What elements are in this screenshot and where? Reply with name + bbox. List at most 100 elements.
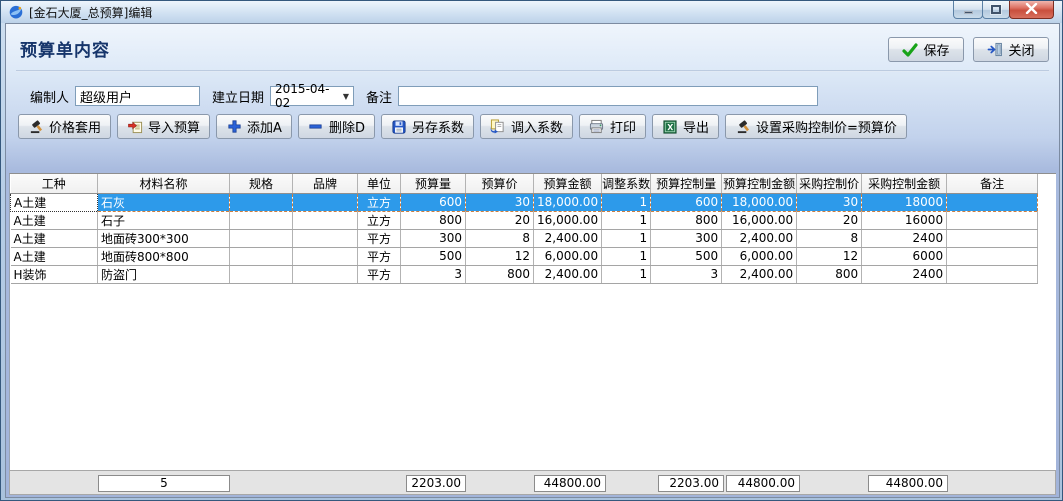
- column-header-7[interactable]: 预算金额: [534, 174, 602, 193]
- cell[interactable]: 2,400.00: [722, 265, 797, 283]
- chevron-down-icon[interactable]: ▼: [339, 92, 353, 101]
- cell[interactable]: 800: [401, 211, 466, 229]
- cell[interactable]: [230, 265, 293, 283]
- cell[interactable]: 6,000.00: [534, 247, 602, 265]
- cell[interactable]: [230, 193, 293, 211]
- cell[interactable]: 石子: [98, 211, 230, 229]
- cell[interactable]: [293, 247, 358, 265]
- cell[interactable]: 平方: [358, 247, 401, 265]
- close-window-button[interactable]: [1009, 1, 1054, 19]
- cell[interactable]: 18,000.00: [722, 193, 797, 211]
- table-row[interactable]: H装饰防盗门平方38002,400.00132,400.008002400: [11, 265, 1038, 283]
- cell[interactable]: 18000: [862, 193, 947, 211]
- cell[interactable]: 地面砖800*800: [98, 247, 230, 265]
- cell[interactable]: [293, 265, 358, 283]
- cell[interactable]: H装饰: [11, 265, 98, 283]
- cell[interactable]: 6,000.00: [722, 247, 797, 265]
- cell[interactable]: 12: [797, 247, 862, 265]
- cell[interactable]: [947, 247, 1038, 265]
- cell[interactable]: 1: [602, 211, 651, 229]
- column-header-2[interactable]: 规格: [230, 174, 293, 193]
- cell[interactable]: [293, 193, 358, 211]
- cell[interactable]: 8: [797, 229, 862, 247]
- cell[interactable]: 1: [602, 193, 651, 211]
- cell[interactable]: 1: [602, 265, 651, 283]
- cell[interactable]: [947, 211, 1038, 229]
- cell[interactable]: 2400: [862, 265, 947, 283]
- cell[interactable]: 1: [602, 247, 651, 265]
- column-header-4[interactable]: 单位: [358, 174, 401, 193]
- export-button[interactable]: 导出: [652, 114, 719, 139]
- table-row[interactable]: A土建石灰立方6003018,000.00160018,000.00301800…: [11, 193, 1038, 211]
- cell[interactable]: 500: [401, 247, 466, 265]
- cell[interactable]: 3: [651, 265, 722, 283]
- cell[interactable]: 2400: [862, 229, 947, 247]
- cell[interactable]: 8: [466, 229, 534, 247]
- cell[interactable]: 600: [651, 193, 722, 211]
- load-coefficient-button[interactable]: 调入系数: [480, 114, 573, 139]
- cell[interactable]: [947, 193, 1038, 211]
- column-header-6[interactable]: 预算价: [466, 174, 534, 193]
- cell[interactable]: A土建: [11, 211, 98, 229]
- cell[interactable]: 800: [466, 265, 534, 283]
- title-bar[interactable]: [金石大厦_总预算]编辑: [1, 1, 1062, 23]
- cell[interactable]: [230, 247, 293, 265]
- cell[interactable]: 平方: [358, 229, 401, 247]
- cell[interactable]: 防盗门: [98, 265, 230, 283]
- cell[interactable]: A土建: [11, 247, 98, 265]
- cell[interactable]: [293, 229, 358, 247]
- cell[interactable]: 平方: [358, 265, 401, 283]
- cell[interactable]: 地面砖300*300: [98, 229, 230, 247]
- cell[interactable]: 2,400.00: [534, 229, 602, 247]
- cell[interactable]: 30: [466, 193, 534, 211]
- cell[interactable]: 20: [797, 211, 862, 229]
- close-page-button[interactable]: 关闭: [973, 37, 1049, 62]
- table-row[interactable]: A土建地面砖300*300平方30082,400.0013002,400.008…: [11, 229, 1038, 247]
- cell[interactable]: 16000: [862, 211, 947, 229]
- set-purchase-price-button[interactable]: 设置采购控制价=预算价: [725, 114, 907, 139]
- cell[interactable]: 30: [797, 193, 862, 211]
- import-budget-button[interactable]: 导入预算: [117, 114, 210, 139]
- cell[interactable]: 立方: [358, 211, 401, 229]
- print-button[interactable]: 打印: [579, 114, 646, 139]
- column-header-8[interactable]: 调整系数: [602, 174, 651, 193]
- cell[interactable]: 6000: [862, 247, 947, 265]
- delete-row-button[interactable]: 删除D: [298, 114, 375, 139]
- cell[interactable]: 3: [401, 265, 466, 283]
- save-button[interactable]: 保存: [888, 37, 964, 62]
- date-combo[interactable]: 2015-04-02 ▼: [270, 86, 354, 106]
- column-header-3[interactable]: 品牌: [293, 174, 358, 193]
- table-row[interactable]: A土建地面砖800*800平方500126,000.0015006,000.00…: [11, 247, 1038, 265]
- column-header-13[interactable]: 备注: [947, 174, 1038, 193]
- cell[interactable]: 600: [401, 193, 466, 211]
- cell[interactable]: 12: [466, 247, 534, 265]
- cell[interactable]: 500: [651, 247, 722, 265]
- maximize-button[interactable]: [982, 1, 1010, 19]
- table-row[interactable]: A土建石子立方8002016,000.00180016,000.00201600…: [11, 211, 1038, 229]
- cell[interactable]: [947, 265, 1038, 283]
- cell[interactable]: 800: [651, 211, 722, 229]
- column-header-9[interactable]: 预算控制量: [651, 174, 722, 193]
- cell[interactable]: [230, 211, 293, 229]
- cell[interactable]: 20: [466, 211, 534, 229]
- cell[interactable]: 18,000.00: [534, 193, 602, 211]
- cell[interactable]: 1: [602, 229, 651, 247]
- cell[interactable]: 300: [651, 229, 722, 247]
- column-header-1[interactable]: 材料名称: [98, 174, 230, 193]
- column-header-0[interactable]: 工种: [11, 174, 98, 193]
- cell[interactable]: 800: [797, 265, 862, 283]
- cell[interactable]: 立方: [358, 193, 401, 211]
- remark-input[interactable]: [398, 86, 818, 106]
- cell[interactable]: 16,000.00: [534, 211, 602, 229]
- save-as-coefficient-button[interactable]: 另存系数: [381, 114, 474, 139]
- minimize-button[interactable]: [953, 1, 983, 19]
- add-row-button[interactable]: 添加A: [216, 114, 292, 139]
- cell[interactable]: [947, 229, 1038, 247]
- creator-input[interactable]: [75, 86, 200, 106]
- cell[interactable]: 石灰: [98, 193, 230, 211]
- cell[interactable]: A土建: [11, 229, 98, 247]
- cell[interactable]: [230, 229, 293, 247]
- cell[interactable]: [293, 211, 358, 229]
- column-header-10[interactable]: 预算控制金额: [722, 174, 797, 193]
- cell[interactable]: 2,400.00: [534, 265, 602, 283]
